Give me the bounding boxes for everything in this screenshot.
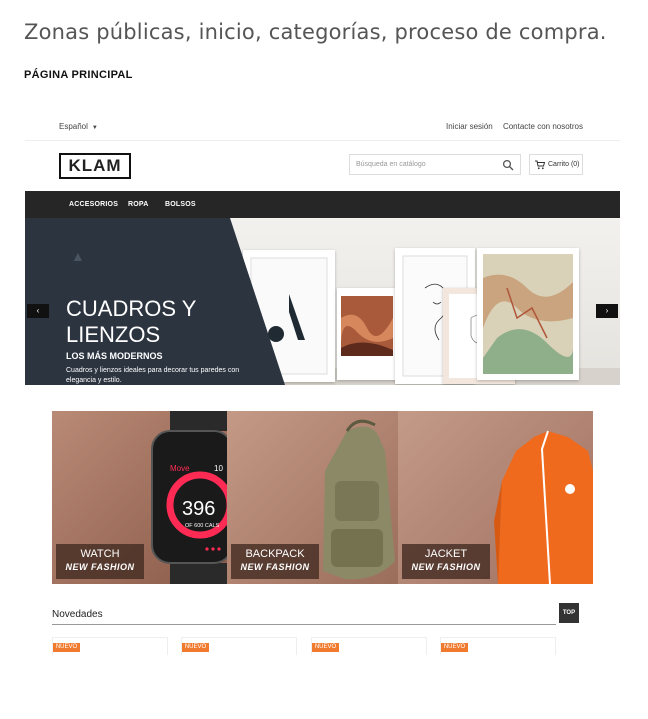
watch-calorie-sub: OF 600 CALS (185, 523, 220, 529)
user-links: Iniciar sesión Contacte con nosotros (438, 122, 583, 131)
watch-screen-number: 10 (214, 464, 223, 473)
slide-subtitle: LOS MÁS MODERNOS (66, 351, 163, 361)
slider-next-button[interactable]: › (596, 304, 618, 318)
banner-watch-tag: NEW FASHION (65, 562, 135, 572)
back-to-top-button[interactable]: TOP (559, 603, 579, 623)
banner-backpack[interactable]: BACKPACK NEW FASHION (227, 411, 407, 584)
search-input[interactable]: Búsqueda en catálogo (349, 154, 521, 175)
hero-slider[interactable]: ▲ CUADROS Y LIENZOS LOS MÁS MODERNOS Cua… (25, 218, 620, 385)
banner-jacket-tag: NEW FASHION (411, 562, 481, 572)
slide-logo-mark: ▲ (71, 248, 85, 264)
nav-item-ropa[interactable]: ROPA (128, 201, 149, 208)
main-navigation: ACCESORIOS ROPA BOLSOS (25, 191, 620, 218)
search-placeholder: Búsqueda en catálogo (356, 161, 426, 168)
new-badge: NUEVO (53, 643, 80, 652)
nav-item-bolsos[interactable]: BOLSOS (165, 201, 196, 208)
banner-backpack-title: BACKPACK (245, 548, 305, 560)
section-heading: PÁGINA PRINCIPAL (24, 69, 133, 81)
watch-screen-label: Move (170, 464, 190, 473)
banner-backpack-label: BACKPACK NEW FASHION (231, 544, 319, 579)
slide-title: CUADROS Y LIENZOS (66, 296, 196, 348)
product-card[interactable]: NUEVO (440, 637, 556, 655)
banner-jacket-title: JACKET (424, 548, 468, 560)
product-card[interactable]: NUEVO (181, 637, 297, 655)
language-label: Español (59, 122, 88, 131)
banner-jacket[interactable]: JACKET NEW FASHION (398, 411, 593, 584)
banner-watch-label: WATCH NEW FASHION (56, 544, 144, 579)
banner-jacket-label: JACKET NEW FASHION (402, 544, 490, 579)
caret-down-icon: ▼ (91, 125, 98, 131)
top-bar: Español ▼ Iniciar sesión Contacte con nos… (25, 110, 620, 141)
news-divider (52, 624, 556, 625)
new-badge: NUEVO (441, 643, 468, 652)
site-logo[interactable]: KLAM (59, 153, 131, 179)
document-title: Zonas públicas, inicio, categorías, proc… (24, 20, 607, 44)
search-icon[interactable] (502, 159, 514, 171)
frame-canyon (337, 288, 397, 380)
login-link[interactable]: Iniciar sesión (446, 122, 493, 131)
slider-prev-button[interactable]: ‹ (27, 304, 49, 318)
nav-item-accesorios[interactable]: ACCESORIOS (69, 201, 118, 208)
slide-title-line-2: LIENZOS (66, 322, 161, 347)
banner-watch-title: WATCH (80, 548, 120, 560)
canyon-artwork (341, 296, 393, 356)
relief-map-artwork (483, 254, 573, 374)
language-selector[interactable]: Español ▼ (59, 122, 98, 131)
product-card[interactable]: NUEVO (52, 637, 168, 655)
new-badge: NUEVO (182, 643, 209, 652)
slide-description: Cuadros y lienzos ideales para decorar t… (66, 367, 240, 384)
watch-calorie-value: 396 (182, 498, 215, 520)
news-section-title: Novedades (52, 609, 103, 620)
slide-title-line-1: CUADROS Y (66, 296, 197, 321)
frame-map (477, 248, 579, 380)
cart-button[interactable]: Carrito (0) (529, 154, 583, 175)
product-card[interactable]: NUEVO (311, 637, 427, 655)
banner-watch[interactable]: Move 10 396 OF 600 CALS WATCH NEW FASHIO… (52, 411, 232, 584)
new-badge: NUEVO (312, 643, 339, 652)
contact-link[interactable]: Contacte con nosotros (503, 122, 583, 131)
banner-backpack-tag: NEW FASHION (240, 562, 310, 572)
promo-banners: Move 10 396 OF 600 CALS WATCH NEW FASHIO… (52, 411, 593, 584)
shopping-cart-icon (535, 160, 545, 170)
website-screenshot: Español ▼ Iniciar sesión Contacte con nos… (25, 110, 620, 655)
cart-label: Carrito (0) (548, 161, 580, 168)
